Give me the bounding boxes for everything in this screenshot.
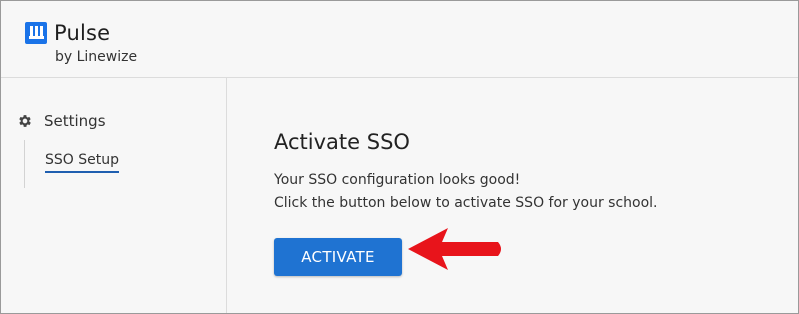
app-subtitle: by Linewize xyxy=(55,49,138,65)
app-title: Pulse xyxy=(54,21,111,45)
sidebar-section-label: Settings xyxy=(44,112,106,130)
header: Pulse by Linewize xyxy=(1,1,798,78)
gear-icon xyxy=(19,115,31,127)
main-content: Activate SSO Your SSO configuration look… xyxy=(227,78,798,313)
sidebar-sub-rail xyxy=(24,140,25,188)
red-arrow-icon xyxy=(408,228,501,270)
pulse-logo-icon xyxy=(25,22,47,44)
instruction-message: Click the button below to activate SSO f… xyxy=(274,195,658,211)
sidebar: Settings SSO Setup xyxy=(1,78,227,313)
activate-button[interactable]: ACTIVATE xyxy=(274,238,402,276)
app-window: Pulse by Linewize Settings SSO Setup Act… xyxy=(0,0,799,314)
status-message: Your SSO configuration looks good! xyxy=(274,172,521,188)
page-title: Activate SSO xyxy=(274,130,410,154)
sidebar-section-settings[interactable]: Settings xyxy=(17,112,106,130)
sidebar-item-sso-setup[interactable]: SSO Setup xyxy=(45,152,119,173)
